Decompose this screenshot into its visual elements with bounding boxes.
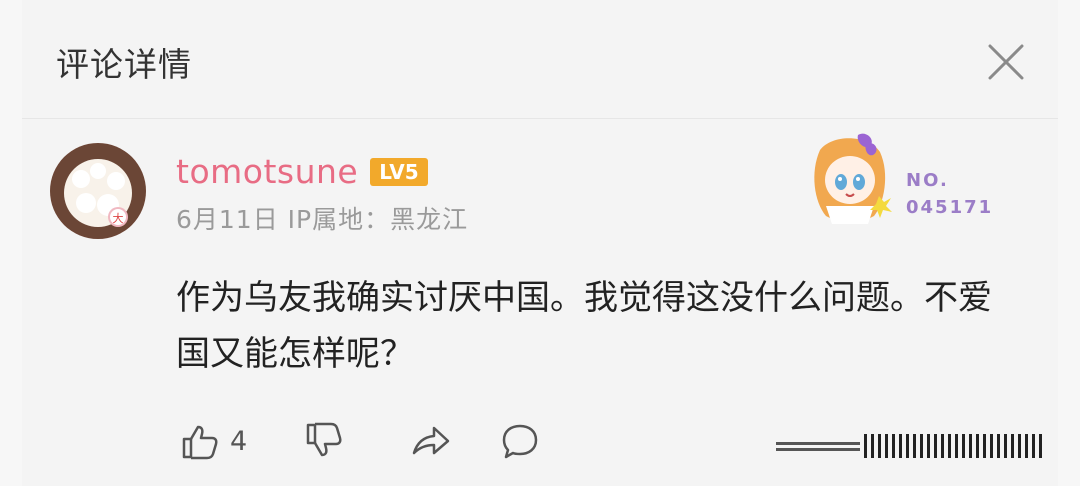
fan-badge-number: NO. 045171 — [906, 170, 994, 218]
svg-text:大: 大 — [113, 211, 124, 225]
share-icon — [412, 426, 450, 455]
comment-date: 6月11日 — [176, 205, 279, 234]
like-count: 4 — [230, 425, 248, 457]
fan-badge-icon — [814, 133, 892, 224]
avatar-image: 大 — [51, 144, 145, 238]
comment-meta: 6月11日 IP属地：黑龙江 — [176, 200, 468, 236]
like-button[interactable]: 4 — [176, 418, 247, 464]
thumb-up-icon — [182, 425, 218, 460]
reply-button[interactable] — [498, 418, 542, 464]
page-title: 评论详情 — [56, 45, 192, 84]
share-button[interactable] — [408, 418, 452, 464]
header: 评论详情 — [22, 0, 1058, 118]
frame-edge-left — [0, 0, 22, 486]
frame-edge-right — [1058, 0, 1080, 486]
comment-detail-panel: 评论详情 大 tomotsune LV5 6月11日 IP属地：黑龙江 NO. … — [22, 0, 1058, 486]
thumb-down-icon — [306, 422, 342, 457]
close-icon — [988, 44, 1024, 80]
comment-text: 作为乌友我确实讨厌中国。我觉得这没什么问题。不爱国又能怎样呢？ — [176, 278, 992, 374]
close-button[interactable] — [982, 38, 1030, 86]
avatar[interactable]: 大 — [50, 143, 146, 239]
ip-location: IP属地：黑龙江 — [287, 205, 469, 234]
progress-strip — [776, 434, 1042, 458]
comment-icon — [502, 424, 538, 459]
header-divider — [22, 118, 1058, 119]
level-badge: LV5 — [370, 158, 428, 186]
dislike-button[interactable] — [300, 418, 344, 464]
fan-badge-avatar[interactable] — [804, 132, 896, 228]
username-link[interactable]: tomotsune — [176, 152, 358, 191]
